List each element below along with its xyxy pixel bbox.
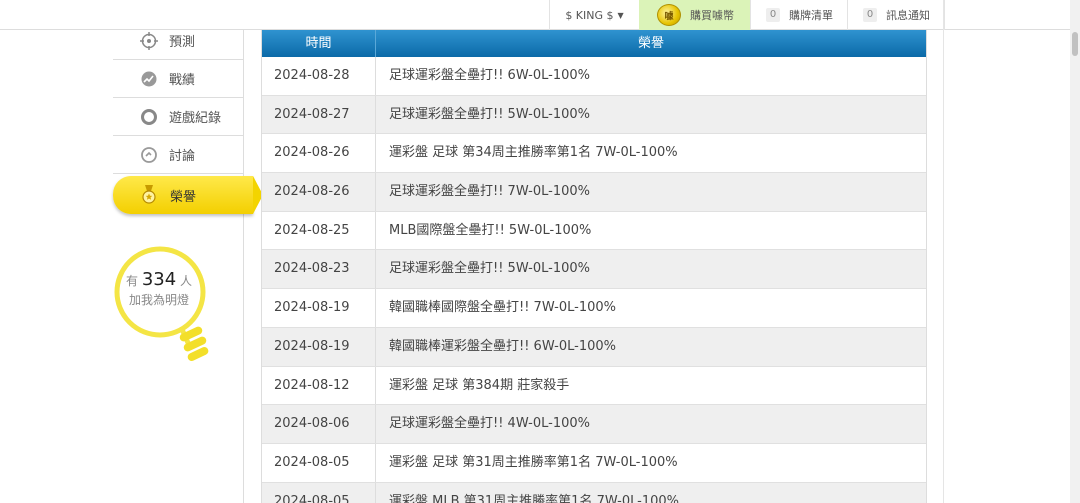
table-row: 2024-08-06 足球運彩盤全壘打!! 4W-0L-100%: [262, 405, 926, 444]
honor-date: 2024-08-12: [262, 366, 376, 405]
sidebar-item-label: 戰績: [169, 73, 196, 88]
table-row: 2024-08-05 運彩盤 MLB 第31周主推勝率第1名 7W-0L-100%: [262, 482, 926, 503]
column-header-time: 時間: [262, 30, 376, 57]
fans-suffix: 人: [180, 274, 193, 288]
honor-title: 運彩盤 足球 第34周主推勝率第1名 7W-0L-100%: [389, 145, 678, 161]
sidebar-item-label: 遊戲紀錄: [169, 111, 222, 126]
sidebar-item-game-log[interactable]: 遊戲紀錄: [113, 98, 244, 136]
purchase-list-button[interactable]: 0 購牌清單: [750, 0, 847, 30]
scrollbar-thumb[interactable]: [1072, 32, 1078, 56]
sidebar-item-label: 預測: [169, 35, 196, 50]
honor-date: 2024-08-27: [262, 95, 376, 134]
crosshair-icon: [140, 31, 158, 50]
table-row: 2024-08-23 足球運彩盤全壘打!! 5W-0L-100%: [262, 250, 926, 290]
caret-down-icon: ▼: [617, 10, 624, 20]
scrollbar[interactable]: [1070, 0, 1080, 503]
table-row: 2024-08-05 運彩盤 足球 第31周主推勝率第1名 7W-0L-100%: [262, 443, 926, 483]
medal-icon: [140, 185, 158, 204]
honor-title: 韓國職棒國際盤全壘打!! 7W-0L-100%: [389, 300, 616, 316]
table-row: 2024-08-27 足球運彩盤全壘打!! 5W-0L-100%: [262, 95, 926, 135]
sidebar-item-label: 討論: [169, 149, 196, 164]
content-divider: [943, 0, 944, 503]
honor-title: MLB國際盤全壘打!! 5W-0L-100%: [389, 222, 592, 238]
buy-coins-button[interactable]: 噱 購買噱幣: [639, 0, 750, 30]
honor-date: 2024-08-06: [262, 405, 376, 443]
sidebar-item-honor[interactable]: 榮譽: [113, 176, 263, 214]
sidebar-item-record[interactable]: 戰績: [113, 60, 244, 98]
honor-title: 運彩盤 足球 第31周主推勝率第1名 7W-0L-100%: [389, 454, 678, 470]
notifications-count: 0: [863, 8, 877, 22]
fans-label: 加我為明燈: [128, 293, 189, 307]
honor-date: 2024-08-25: [262, 211, 376, 250]
sidebar-item-label: 榮譽: [170, 189, 197, 205]
fans-prefix: 有: [125, 274, 138, 288]
chart-icon: [140, 70, 158, 88]
chat-icon: [140, 146, 158, 164]
honor-title: 足球運彩盤全壘打!! 7W-0L-100%: [389, 184, 590, 200]
column-header-honor: 榮譽: [637, 36, 664, 51]
fans-counter[interactable]: 有 334 人 加我為明燈: [116, 270, 202, 310]
table-row: 2024-08-26 運彩盤 足球 第34周主推勝率第1名 7W-0L-100%: [262, 134, 926, 174]
notifications-label: 訊息通知: [886, 9, 930, 22]
coin-icon: 噱: [657, 4, 681, 26]
table-row: 2024-08-12 運彩盤 足球 第384期 莊家殺手: [262, 366, 926, 406]
honor-title: 足球運彩盤全壘打!! 6W-0L-100%: [389, 68, 590, 83]
honor-title: 足球運彩盤全壘打!! 5W-0L-100%: [389, 261, 590, 277]
honor-title: 韓國職棒運彩盤全壘打!! 6W-0L-100%: [389, 338, 616, 354]
honor-date: 2024-08-26: [262, 134, 376, 173]
user-menu[interactable]: $ KING $ ▼: [549, 0, 639, 30]
notifications-button[interactable]: 0 訊息通知: [847, 0, 945, 30]
honor-title: 足球運彩盤全壘打!! 5W-0L-100%: [389, 106, 590, 122]
honor-title: 運彩盤 MLB 第31周主推勝率第1名 7W-0L-100%: [389, 493, 680, 503]
ring-icon: [140, 108, 158, 126]
sidebar-item-predict[interactable]: 預測: [113, 22, 244, 60]
table-row: 2024-08-26 足球運彩盤全壘打!! 7W-0L-100%: [262, 173, 926, 212]
table-header: 時間 榮譽: [262, 30, 926, 57]
honor-date: 2024-08-19: [262, 327, 376, 366]
fans-count: 334: [141, 269, 177, 290]
honor-date: 2024-08-05: [262, 443, 376, 482]
honor-table: 時間 榮譽 2024-08-28 足球運彩盤全壘打!! 6W-0L-100% 202…: [261, 30, 927, 503]
table-row: 2024-08-25 MLB國際盤全壘打!! 5W-0L-100%: [262, 211, 926, 251]
purchase-list-label: 購牌清單: [789, 9, 833, 22]
username: $ KING $: [565, 8, 614, 22]
honor-title: 足球運彩盤全壘打!! 4W-0L-100%: [389, 416, 590, 432]
honor-title: 運彩盤 足球 第384期 莊家殺手: [389, 377, 570, 393]
honor-date: 2024-08-05: [262, 482, 376, 503]
honor-date: 2024-08-19: [262, 289, 376, 327]
sidebar-item-discuss[interactable]: 討論: [113, 136, 244, 174]
honor-date: 2024-08-26: [262, 173, 376, 211]
honor-date: 2024-08-28: [262, 57, 376, 95]
purchase-list-count: 0: [766, 8, 780, 22]
table-row: 2024-08-28 足球運彩盤全壘打!! 6W-0L-100%: [262, 57, 926, 96]
honor-date: 2024-08-23: [262, 250, 376, 289]
table-row: 2024-08-19 韓國職棒國際盤全壘打!! 7W-0L-100%: [262, 289, 926, 328]
table-row: 2024-08-19 韓國職棒運彩盤全壘打!! 6W-0L-100%: [262, 327, 926, 367]
buy-coins-label: 購買噱幣: [690, 9, 734, 22]
